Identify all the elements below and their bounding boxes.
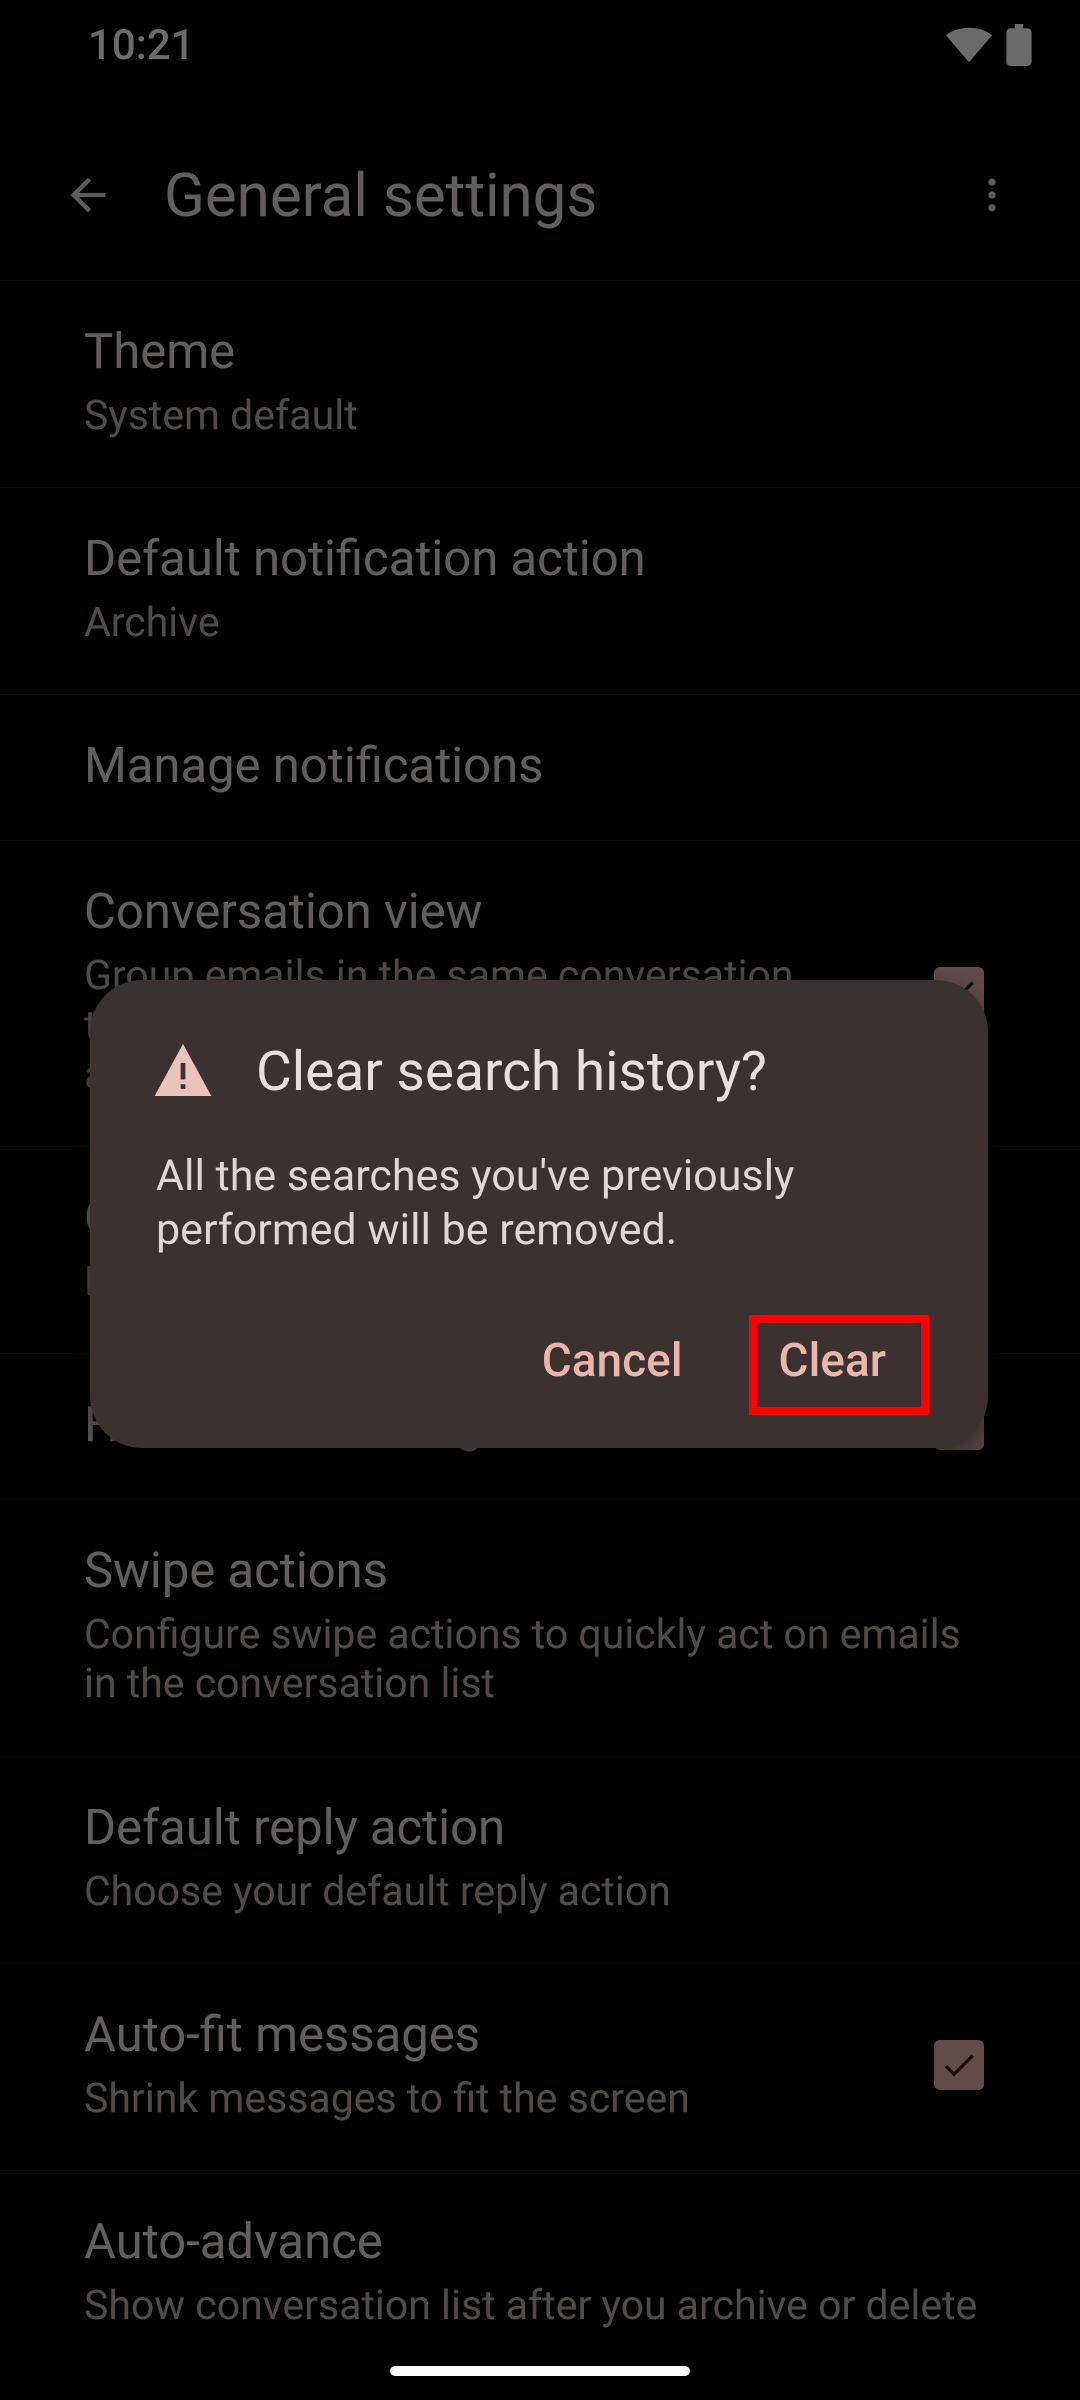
clear-button[interactable]: Clear [779, 1334, 886, 1388]
dialog-body: All the searches you've previously perfo… [154, 1150, 924, 1258]
dialog-title: Clear search history? [256, 1040, 767, 1104]
cancel-button[interactable]: Cancel [542, 1334, 683, 1388]
clear-search-history-dialog: Clear search history? All the searches y… [90, 980, 988, 1448]
warning-icon [154, 1044, 212, 1100]
gesture-nav-pill[interactable] [390, 2366, 690, 2376]
